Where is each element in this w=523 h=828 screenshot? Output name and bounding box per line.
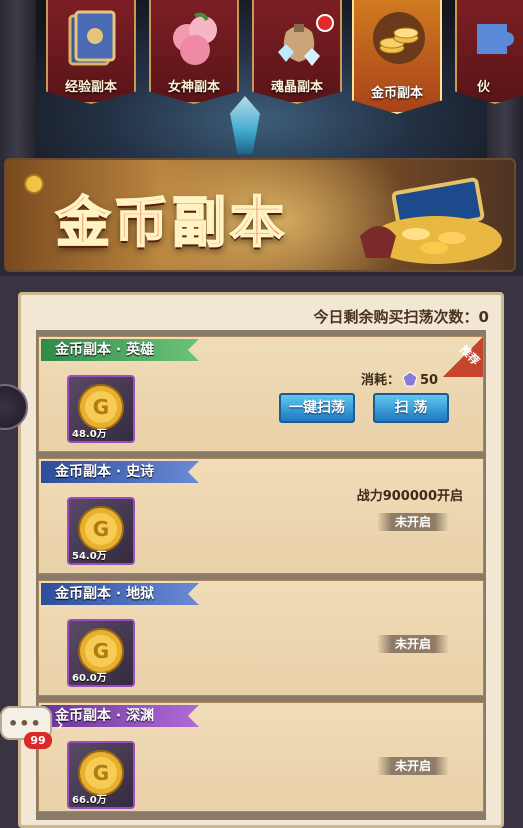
- svg-text:G: G: [93, 517, 109, 541]
- peach-icon: [173, 12, 217, 65]
- cost-value: 50: [420, 373, 439, 388]
- puzzle-icon: [477, 24, 514, 54]
- reward-amount: 66.0万: [72, 795, 107, 806]
- tab-label: 金币副本: [370, 86, 423, 101]
- unlock-condition: 战力900000开启: [356, 489, 463, 504]
- chat-unread-count: 99: [24, 732, 52, 749]
- chevron-right-icon[interactable]: ›: [56, 712, 64, 736]
- reward-amount: 48.0万: [72, 429, 107, 440]
- gem-icon: [402, 371, 418, 387]
- treasure-chest-icon: [360, 177, 502, 264]
- dungeon-title: 金币副本 · 深渊: [41, 705, 199, 727]
- tab-partner-dungeon[interactable]: 伙: [455, 0, 523, 104]
- reward-amount: 60.0万: [72, 673, 107, 684]
- gold-coins-icon: [373, 12, 425, 64]
- dungeon-title: 金币副本 · 地狱: [41, 583, 199, 605]
- cost-row: 消耗： 50: [361, 369, 438, 388]
- reward-item[interactable]: G 54.0万: [67, 497, 135, 565]
- coin-icon: [24, 174, 44, 194]
- dungeon-title: 金币副本 · 英雄: [41, 339, 199, 361]
- chat-icon: •••: [8, 714, 42, 733]
- gold-coin-icon: G: [78, 750, 124, 796]
- cost-label: 消耗：: [361, 373, 401, 388]
- tab-exp-dungeon[interactable]: 经验副本: [46, 0, 136, 104]
- dungeon-card-hero: 金币副本 · 英雄 G 48.0万 消耗： 50 一键扫荡 扫 荡 推荐: [38, 336, 484, 452]
- reward-item[interactable]: G 48.0万: [67, 375, 135, 443]
- dungeon-card-hell: 金币副本 · 地狱 G 60.0万 未开启: [38, 580, 484, 696]
- tab-label: 魂晶副本: [270, 80, 323, 95]
- svg-text:G: G: [93, 761, 109, 785]
- sweep-button[interactable]: 扫 荡: [373, 393, 449, 423]
- gold-coin-icon: G: [78, 384, 124, 430]
- banner-title: 金币副本: [55, 189, 288, 255]
- pillar-left: [0, 0, 36, 160]
- recommend-tag: 推荐: [443, 337, 483, 377]
- dungeon-title: 金币副本 · 史诗: [41, 461, 199, 483]
- reward-item[interactable]: G 60.0万: [67, 619, 135, 687]
- locked-status: 未开启: [377, 635, 449, 653]
- tab-soulcrystal-dungeon[interactable]: 魂晶副本: [252, 0, 342, 104]
- notification-badge: [316, 14, 334, 32]
- tab-label: 经验副本: [64, 80, 117, 95]
- reward-amount: 54.0万: [72, 551, 107, 562]
- remaining-sweeps-text: 今日剩余购买扫荡次数：0: [313, 308, 489, 326]
- locked-status: 未开启: [377, 757, 449, 775]
- dungeon-card-abyss: 金币副本 · 深渊 G 66.0万 未开启: [38, 702, 484, 812]
- book-icon: [68, 10, 116, 66]
- tab-goddess-dungeon[interactable]: 女神副本: [149, 0, 239, 104]
- crystal-icon: [230, 96, 260, 154]
- svg-text:G: G: [93, 395, 109, 419]
- dungeon-card-epic: 金币副本 · 史诗 G 54.0万 战力900000开启 未开启: [38, 458, 484, 574]
- svg-text:G: G: [93, 639, 109, 663]
- sweep-all-button[interactable]: 一键扫荡: [279, 393, 355, 423]
- gold-coin-icon: G: [78, 506, 124, 552]
- tab-label: 伙: [477, 80, 491, 95]
- locked-status: 未开启: [377, 513, 449, 531]
- tab-label: 女神副本: [167, 80, 220, 95]
- gold-coin-icon: G: [78, 628, 124, 674]
- recommend-tag-label: 推荐: [457, 342, 483, 368]
- tab-gold-dungeon[interactable]: 金币副本: [352, 0, 442, 114]
- reward-item[interactable]: G 66.0万: [67, 741, 135, 809]
- dungeon-banner: 金币副本: [4, 158, 516, 272]
